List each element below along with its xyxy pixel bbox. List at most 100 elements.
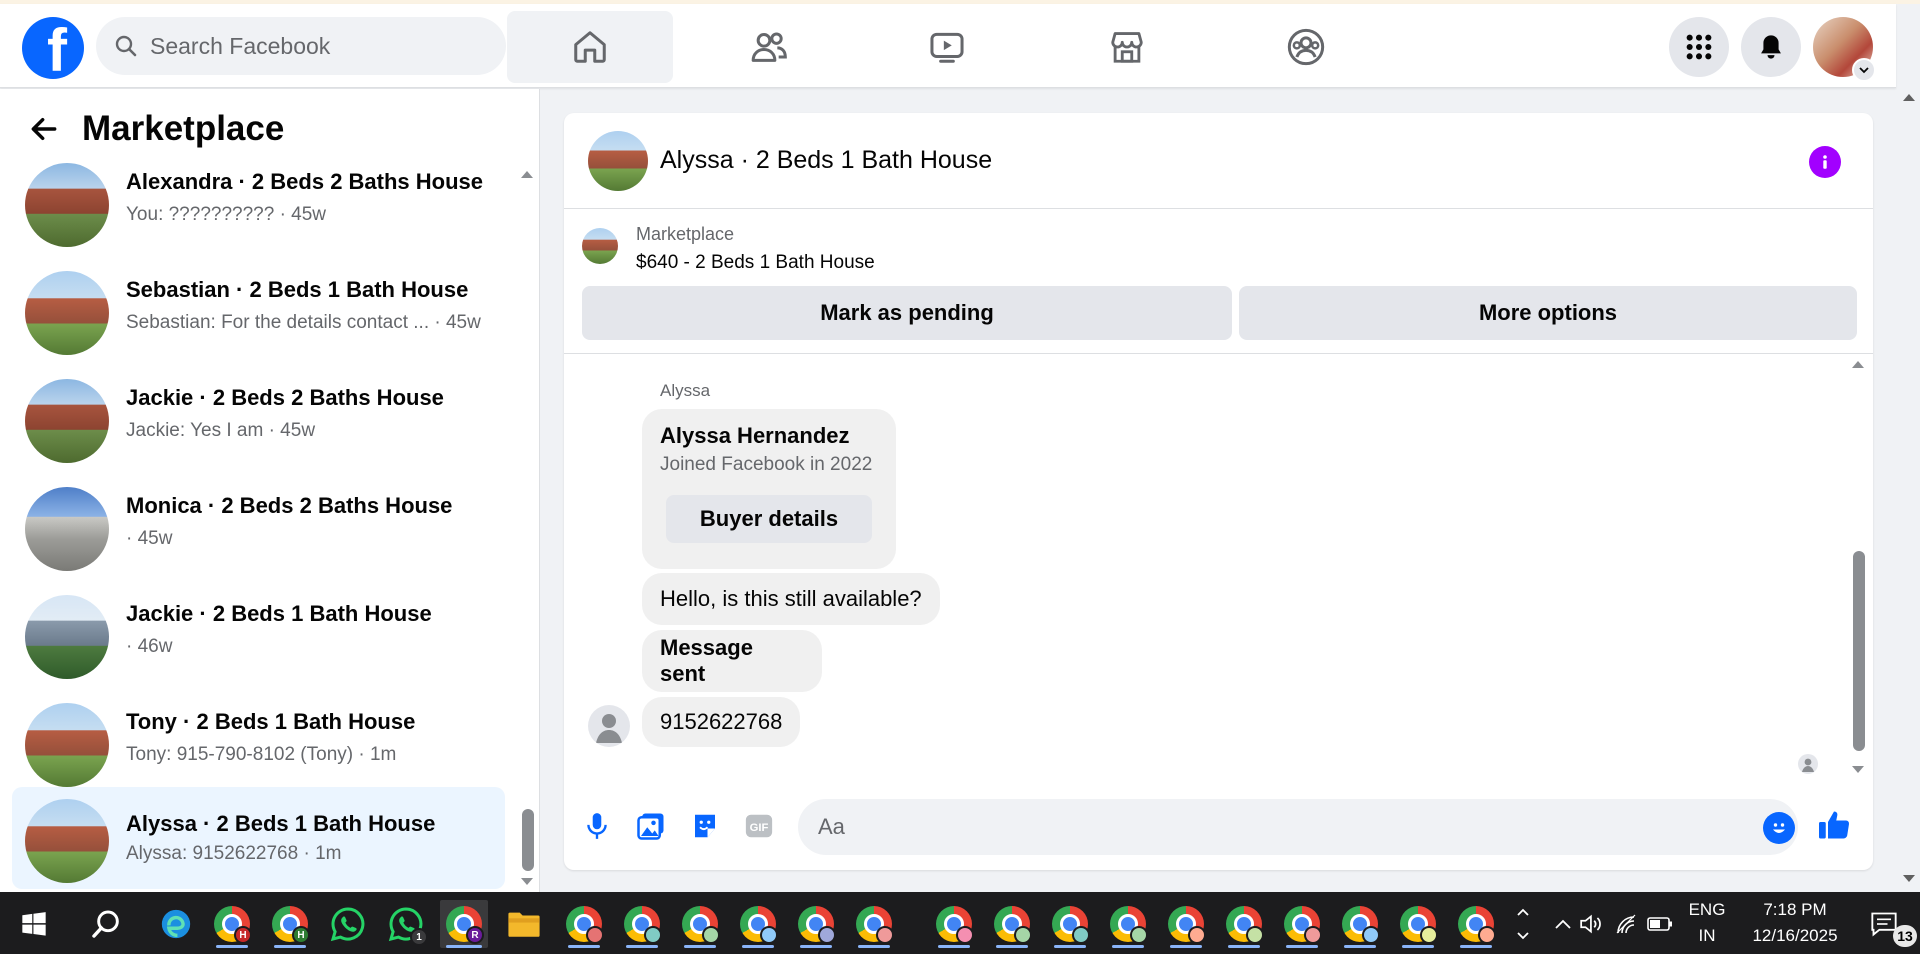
conversation-item[interactable]: Jackie · 2 Beds 2 Baths House Jackie: Ye… bbox=[12, 363, 505, 465]
notifications-button[interactable] bbox=[1741, 17, 1801, 77]
chrome-profile-icon-active[interactable]: R bbox=[440, 900, 488, 948]
conversation-preview: Sebastian: For the details contact ... ·… bbox=[126, 312, 481, 333]
chrome-profile-icon[interactable] bbox=[1104, 900, 1152, 948]
home-icon bbox=[574, 31, 606, 63]
chrome-profile-icon[interactable] bbox=[1452, 900, 1500, 948]
chrome-profile-icon[interactable] bbox=[1162, 900, 1210, 948]
chrome-profile-icon[interactable] bbox=[1220, 900, 1268, 948]
buyer-joined-text: Joined Facebook in 2022 bbox=[660, 454, 873, 475]
sender-avatar[interactable] bbox=[588, 705, 630, 747]
microphone-icon[interactable] bbox=[580, 809, 614, 843]
conversation-preview: Tony: 915-790-8102 (Tony) · 1m bbox=[126, 744, 397, 765]
chrome-profile-icon[interactable] bbox=[1046, 900, 1094, 948]
whatsapp-icon[interactable] bbox=[324, 900, 372, 948]
info-icon[interactable] bbox=[1809, 146, 1841, 178]
tab-home[interactable] bbox=[507, 11, 673, 83]
scroll-up-arrow-icon[interactable] bbox=[1902, 92, 1916, 102]
search-input[interactable] bbox=[150, 32, 470, 60]
chat-scrollbar-thumb[interactable] bbox=[1853, 551, 1865, 751]
mark-as-pending-button[interactable]: Mark as pending bbox=[582, 286, 1232, 340]
tab-friends[interactable] bbox=[686, 11, 852, 83]
chrome-profile-icon[interactable] bbox=[930, 900, 978, 948]
sidebar-scrollbar-thumb[interactable] bbox=[522, 809, 534, 871]
conversation-item[interactable]: Sebastian · 2 Beds 1 Bath House Sebastia… bbox=[12, 255, 505, 357]
more-options-button[interactable]: More options bbox=[1239, 286, 1857, 340]
conversation-title: Sebastian · 2 Beds 1 Bath House bbox=[126, 277, 469, 302]
buyer-details-button[interactable]: Buyer details bbox=[666, 495, 872, 543]
listing-thumbnail[interactable] bbox=[582, 228, 618, 264]
notification-count-badge: 13 bbox=[1893, 925, 1917, 947]
scroll-down-arrow-icon[interactable] bbox=[520, 877, 534, 887]
chrome-profile-icon[interactable] bbox=[560, 900, 608, 948]
chat-thumbnail[interactable] bbox=[588, 131, 648, 191]
tab-groups[interactable] bbox=[1223, 11, 1389, 83]
thumbs-up-icon[interactable] bbox=[1816, 807, 1852, 843]
windows-start-icon[interactable] bbox=[10, 900, 58, 948]
conversation-title: Tony · 2 Beds 1 Bath House bbox=[126, 709, 416, 734]
facebook-logo[interactable]: f bbox=[22, 17, 84, 79]
tab-video[interactable] bbox=[864, 11, 1030, 83]
edge-browser-icon[interactable] bbox=[152, 900, 200, 948]
whatsapp-business-icon[interactable]: 1 bbox=[382, 900, 430, 948]
chrome-profile-icon[interactable] bbox=[1278, 900, 1326, 948]
clock-time[interactable]: 7:18 PM bbox=[1740, 900, 1850, 920]
conversation-item[interactable]: Tony · 2 Beds 1 Bath House Tony: 915-790… bbox=[12, 687, 505, 789]
listing-banner: Marketplace $640 - 2 Beds 1 Bath House M… bbox=[564, 210, 1873, 354]
chrome-profile-icon[interactable] bbox=[734, 900, 782, 948]
chrome-profile-icon[interactable]: H bbox=[208, 900, 256, 948]
scroll-up-arrow-icon[interactable] bbox=[520, 169, 534, 179]
file-explorer-icon[interactable] bbox=[500, 900, 548, 948]
conversation-preview: · 45w bbox=[126, 528, 173, 549]
svg-text:GIF: GIF bbox=[750, 822, 769, 834]
page-title: Marketplace bbox=[82, 109, 285, 148]
back-arrow-icon[interactable] bbox=[28, 113, 60, 145]
chat-title[interactable]: Alyssa · 2 Beds 1 Bath House bbox=[660, 146, 992, 175]
listing-thumbnail bbox=[25, 379, 109, 463]
menu-button[interactable] bbox=[1669, 17, 1729, 77]
listing-thumbnail bbox=[25, 703, 109, 787]
chrome-profile-icon[interactable]: H bbox=[266, 900, 314, 948]
language-indicator[interactable]: ENG bbox=[1684, 900, 1730, 920]
seen-avatar bbox=[1798, 754, 1818, 774]
sender-label: Alyssa bbox=[660, 381, 711, 400]
chrome-profile-icon[interactable] bbox=[850, 900, 898, 948]
conversation-item[interactable]: Alexandra · 2 Beds 2 Baths House You: ??… bbox=[12, 147, 505, 249]
sidebar-header: Marketplace bbox=[28, 109, 284, 149]
chevron-down-icon[interactable] bbox=[1852, 58, 1876, 82]
tab-marketplace[interactable] bbox=[1044, 11, 1210, 83]
clock-date[interactable]: 12/16/2025 bbox=[1735, 926, 1855, 946]
conversation-preview: You: ?????????? · 45w bbox=[126, 204, 327, 225]
photo-icon[interactable] bbox=[634, 809, 668, 843]
scroll-down-arrow-icon[interactable] bbox=[1851, 765, 1865, 775]
taskbar-overflow-arrows[interactable] bbox=[1510, 900, 1536, 948]
search-box[interactable] bbox=[96, 17, 506, 75]
chrome-profile-icon[interactable] bbox=[618, 900, 666, 948]
battery-icon[interactable] bbox=[1640, 900, 1680, 948]
chrome-profile-icon[interactable] bbox=[676, 900, 724, 948]
message-thread: Alyssa Alyssa Hernandez Joined Facebook … bbox=[564, 355, 1873, 785]
message-input[interactable] bbox=[818, 814, 1718, 840]
chrome-profile-icon[interactable] bbox=[1336, 900, 1384, 948]
chrome-profile-icon[interactable] bbox=[1394, 900, 1442, 948]
conversation-item[interactable]: Monica · 2 Beds 2 Baths House · 45w bbox=[12, 471, 505, 573]
conversation-item[interactable]: Jackie · 2 Beds 1 Bath House · 46w bbox=[12, 579, 505, 681]
chrome-profile-icon[interactable] bbox=[792, 900, 840, 948]
listing-thumbnail bbox=[25, 163, 109, 247]
scroll-up-arrow-icon[interactable] bbox=[1851, 359, 1865, 369]
search-icon bbox=[115, 35, 137, 57]
sticker-icon[interactable] bbox=[688, 809, 722, 843]
scroll-down-arrow-icon[interactable] bbox=[1902, 874, 1916, 884]
conversation-item-active[interactable]: Alyssa · 2 Beds 1 Bath House Alyssa: 915… bbox=[12, 787, 505, 889]
emoji-icon[interactable] bbox=[1763, 812, 1795, 844]
conversation-sidebar: Marketplace Alexandra · 2 Beds 2 Baths H… bbox=[0, 89, 540, 892]
message-input-box[interactable] bbox=[798, 799, 1798, 855]
friends-icon bbox=[751, 32, 787, 62]
conversation-title: Alyssa · 2 Beds 1 Bath House bbox=[126, 811, 436, 836]
gif-icon[interactable]: GIF bbox=[742, 809, 776, 843]
message-composer: GIF bbox=[564, 785, 1873, 870]
listing-price-title[interactable]: $640 - 2 Beds 1 Bath House bbox=[636, 252, 875, 274]
buyer-profile-card: Alyssa Hernandez Joined Facebook in 2022… bbox=[642, 409, 896, 569]
search-icon[interactable] bbox=[82, 900, 130, 948]
chrome-profile-icon[interactable] bbox=[988, 900, 1036, 948]
groups-icon bbox=[1287, 28, 1325, 66]
